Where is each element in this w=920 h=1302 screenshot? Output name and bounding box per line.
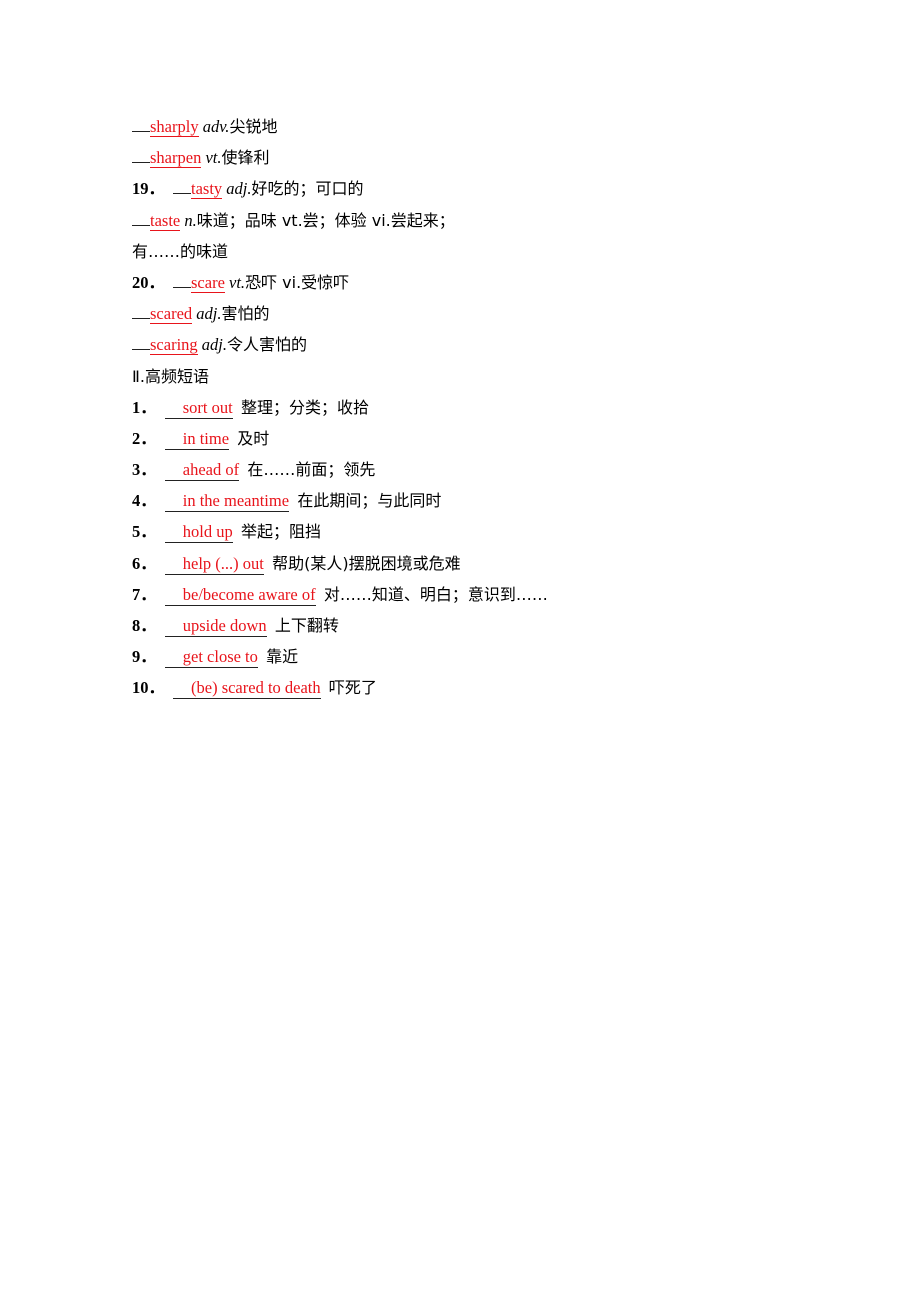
word-entry-continued: 有……的味道 xyxy=(132,236,548,267)
blank-lead xyxy=(132,162,150,164)
answer: scare xyxy=(191,272,225,293)
meaning: 令人害怕的 xyxy=(227,335,308,355)
answer: taste xyxy=(150,210,181,231)
item-number: 1． xyxy=(132,397,157,417)
answer: be/become aware of xyxy=(164,585,316,606)
meaning: 好吃的；可口的 xyxy=(251,179,364,199)
phrase-entry: 3． ahead of 在……前面；领先 xyxy=(132,454,548,485)
phrase-entry: 7． be/become aware of 对……知道、明白；意识到…… xyxy=(132,579,548,610)
answer: in time xyxy=(164,429,230,450)
phrase-entry: 6． help (...) out 帮助(某人)摆脱困境或危难 xyxy=(132,548,548,579)
meaning: 帮助(某人)摆脱困境或危难 xyxy=(272,553,461,573)
word-entry: scaring adj.令人害怕的 xyxy=(132,329,548,360)
blank-lead xyxy=(132,318,150,320)
item-number: 5． xyxy=(132,522,157,542)
item-number: 10． xyxy=(132,678,165,698)
phrase-entry: 1． sort out 整理；分类；收拾 xyxy=(132,392,548,423)
item-number: 2． xyxy=(132,428,157,448)
word-entry: 20． scare vt.恐吓 vi.受惊吓 xyxy=(132,267,548,298)
part-of-speech: vt. xyxy=(229,272,246,292)
answer: sort out xyxy=(164,398,233,419)
meaning: 上下翻转 xyxy=(274,616,339,635)
part-of-speech: n. xyxy=(184,210,197,230)
answer: tasty xyxy=(191,179,223,200)
meaning: 使锋利 xyxy=(221,148,270,168)
meaning: 害怕的 xyxy=(221,304,270,324)
part-of-speech: adj. xyxy=(196,304,222,324)
part-of-speech: adj. xyxy=(226,179,252,199)
word-entry: taste n.味道；品味 vt.尝；体验 vi.尝起来； xyxy=(132,205,548,236)
meaning: 在此期间；与此同时 xyxy=(297,491,442,511)
answer: sharpen xyxy=(150,148,202,169)
meaning: 吓死了 xyxy=(328,678,377,698)
item-number: 20． xyxy=(132,272,165,292)
blank-lead xyxy=(132,224,150,226)
item-number: 8． xyxy=(132,616,157,635)
meaning: 味道；品味 vt.尝；体验 vi.尝起来； xyxy=(196,210,455,230)
meaning: 及时 xyxy=(237,428,270,448)
answer: upside down xyxy=(164,616,267,637)
meaning: 靠近 xyxy=(266,647,299,667)
meaning: 尖锐地 xyxy=(229,117,278,136)
blank-lead xyxy=(173,193,191,195)
item-number: 6． xyxy=(132,553,157,573)
phrase-entry: 9． get close to 靠近 xyxy=(132,641,548,672)
blank-lead xyxy=(132,349,150,351)
word-entry: scared adj.害怕的 xyxy=(132,298,548,329)
blank-lead xyxy=(173,286,191,288)
phrase-entry: 5． hold up 举起；阻挡 xyxy=(132,516,548,547)
part-of-speech: vt. xyxy=(205,148,222,168)
answer: get close to xyxy=(164,647,258,669)
answer: (be) scared to death xyxy=(173,678,321,700)
item-number: 9． xyxy=(132,647,157,667)
word-entry: 19． tasty adj.好吃的；可口的 xyxy=(132,173,548,204)
meaning: 在……前面；领先 xyxy=(247,460,376,480)
part-of-speech: adj. xyxy=(201,335,227,355)
item-number: 3． xyxy=(132,460,157,480)
answer: scaring xyxy=(150,335,198,356)
answer: help (...) out xyxy=(164,554,264,575)
meaning: 举起；阻挡 xyxy=(240,522,321,542)
word-entry: sharpen vt.使锋利 xyxy=(132,142,548,173)
phrase-entry: 10． (be) scared to death 吓死了 xyxy=(132,672,548,703)
blank-lead xyxy=(132,131,150,132)
phrase-entry: 2． in time 及时 xyxy=(132,423,548,454)
answer: hold up xyxy=(164,522,233,544)
meaning: 恐吓 vi.受惊吓 xyxy=(245,272,350,292)
document-page: sharply adv.尖锐地 sharpen vt.使锋利 19． tasty … xyxy=(132,111,548,704)
phrase-entry: 4． in the meantime 在此期间；与此同时 xyxy=(132,485,548,516)
answer: scared xyxy=(150,304,193,325)
meaning: 对……知道、明白；意识到…… xyxy=(323,584,548,604)
item-number: 19． xyxy=(132,179,165,199)
meaning: 有……的味道 xyxy=(132,241,229,261)
item-number: 7． xyxy=(132,584,157,604)
item-number: 4． xyxy=(132,491,157,511)
answer: ahead of xyxy=(164,460,240,482)
answer: sharply xyxy=(150,117,199,137)
section-title: Ⅱ.高频短语 xyxy=(132,366,209,386)
phrase-entry: 8． upside down 上下翻转 xyxy=(132,610,548,641)
answer: in the meantime xyxy=(164,491,290,513)
meaning: 整理；分类；收拾 xyxy=(240,397,369,417)
word-entry: sharply adv.尖锐地 xyxy=(132,111,548,142)
part-of-speech: adv. xyxy=(202,117,230,136)
